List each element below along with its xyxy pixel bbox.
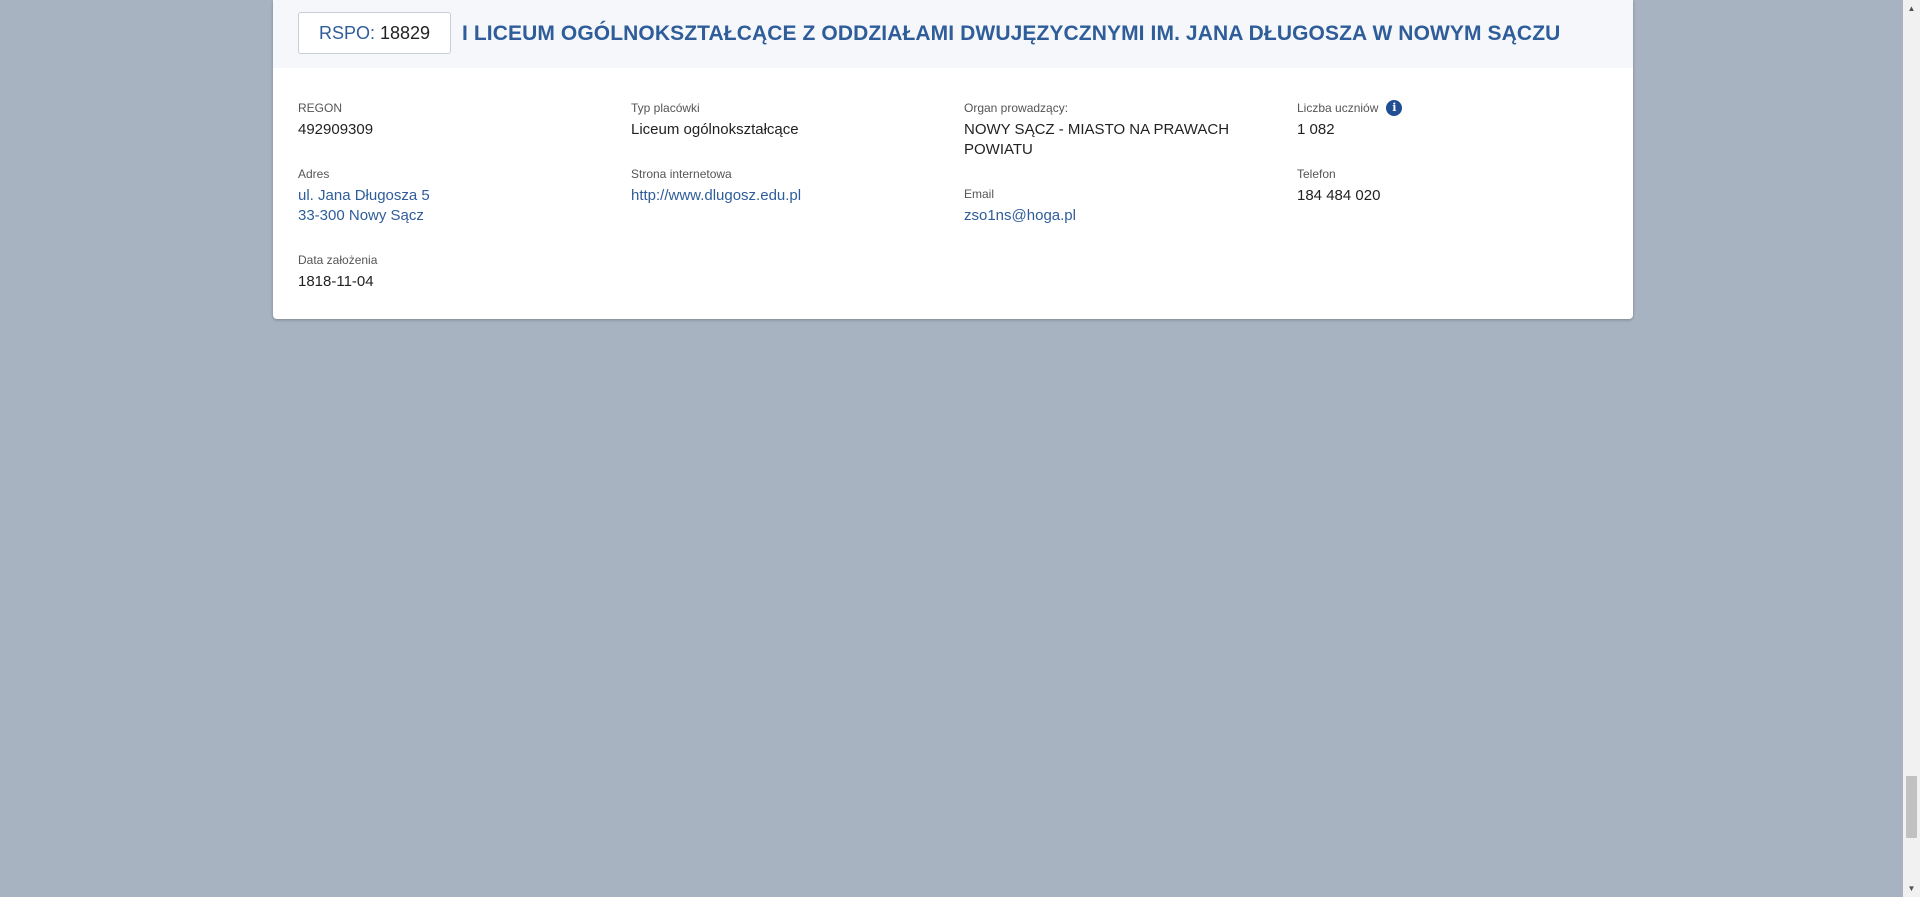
rspo-value: 18829 bbox=[380, 22, 431, 43]
founded-field: Data założenia 1818-11-04 bbox=[298, 252, 598, 292]
page: RSPO: 18829 I LICEUM OGÓLNOKSZTAŁCĄCE Z … bbox=[0, 0, 1920, 897]
students-label-row: Liczba uczniów i bbox=[1297, 100, 1597, 116]
school-card: RSPO: 18829 I LICEUM OGÓLNOKSZTAŁCĄCE Z … bbox=[273, 0, 1633, 319]
email-label: Email bbox=[964, 187, 995, 201]
regon-label: REGON bbox=[298, 101, 343, 115]
organ-field: Organ prowadzący: NOWY SĄCZ - MIASTO NA … bbox=[964, 100, 1264, 160]
card-header: RSPO: 18829 I LICEUM OGÓLNOKSZTAŁCĄCE Z … bbox=[273, 0, 1633, 68]
details-column-3: Organ prowadzący: NOWY SĄCZ - MIASTO NA … bbox=[964, 100, 1264, 238]
type-value: Liceum ogólnokształcące bbox=[631, 121, 799, 138]
info-icon[interactable]: i bbox=[1386, 100, 1403, 116]
scroll-down-arrow-icon[interactable]: ▼ bbox=[1903, 880, 1920, 897]
regon-field: REGON 492909309 bbox=[298, 100, 598, 140]
students-label: Liczba uczniów bbox=[1297, 101, 1379, 115]
organ-value-line-2: POWIATU bbox=[964, 141, 1033, 158]
website-field: Strona internetowa http://www.dlugosz.ed… bbox=[631, 166, 931, 206]
address-line-2: 33-300 Nowy Sącz bbox=[298, 207, 424, 224]
founded-label: Data założenia bbox=[298, 253, 378, 267]
website-link[interactable]: http://www.dlugosz.edu.pl bbox=[631, 186, 931, 206]
email-link[interactable]: zso1ns@hoga.pl bbox=[964, 206, 1264, 226]
phone-field: Telefon 184 484 020 bbox=[1297, 166, 1597, 206]
scroll-up-arrow-icon[interactable]: ▲ bbox=[1903, 0, 1920, 17]
address-label: Adres bbox=[298, 167, 330, 181]
details-column-2: Typ placówki Liceum ogólnokształcące Str… bbox=[631, 100, 931, 218]
school-name-title: I LICEUM OGÓLNOKSZTAŁCĄCE Z ODDZIAŁAMI D… bbox=[462, 22, 1561, 45]
students-field: Liczba uczniów i 1 082 bbox=[1297, 100, 1597, 140]
organ-value: NOWY SĄCZ - MIASTO NA PRAWACH POWIATU bbox=[964, 120, 1264, 160]
website-label: Strona internetowa bbox=[631, 167, 732, 181]
organ-value-line-1: NOWY SĄCZ - MIASTO NA PRAWACH bbox=[964, 121, 1230, 138]
rspo-label: RSPO: bbox=[319, 22, 376, 43]
phone-value: 184 484 020 bbox=[1297, 187, 1381, 204]
organ-label: Organ prowadzący: bbox=[964, 101, 1069, 115]
details-column-4: Liczba uczniów i 1 082 Telefon 184 484 0… bbox=[1297, 100, 1597, 218]
details-column-1: REGON 492909309 Adres ul. Jana Długosza … bbox=[298, 100, 598, 304]
type-label: Typ placówki bbox=[631, 101, 700, 115]
email-field: Email zso1ns@hoga.pl bbox=[964, 186, 1264, 226]
address-link[interactable]: ul. Jana Długosza 5 33-300 Nowy Sącz bbox=[298, 186, 598, 226]
address-field: Adres ul. Jana Długosza 5 33-300 Nowy Są… bbox=[298, 166, 598, 226]
address-line-1: ul. Jana Długosza 5 bbox=[298, 187, 430, 204]
type-field: Typ placówki Liceum ogólnokształcące bbox=[631, 100, 931, 140]
vertical-scrollbar[interactable]: ▲ ▼ bbox=[1903, 0, 1920, 897]
scroll-thumb[interactable] bbox=[1906, 776, 1917, 838]
regon-value: 492909309 bbox=[298, 121, 374, 138]
founded-value: 1818-11-04 bbox=[298, 273, 374, 290]
rspo-badge: RSPO: 18829 bbox=[298, 12, 452, 54]
students-value: 1 082 bbox=[1297, 121, 1335, 138]
phone-label: Telefon bbox=[1297, 167, 1336, 181]
